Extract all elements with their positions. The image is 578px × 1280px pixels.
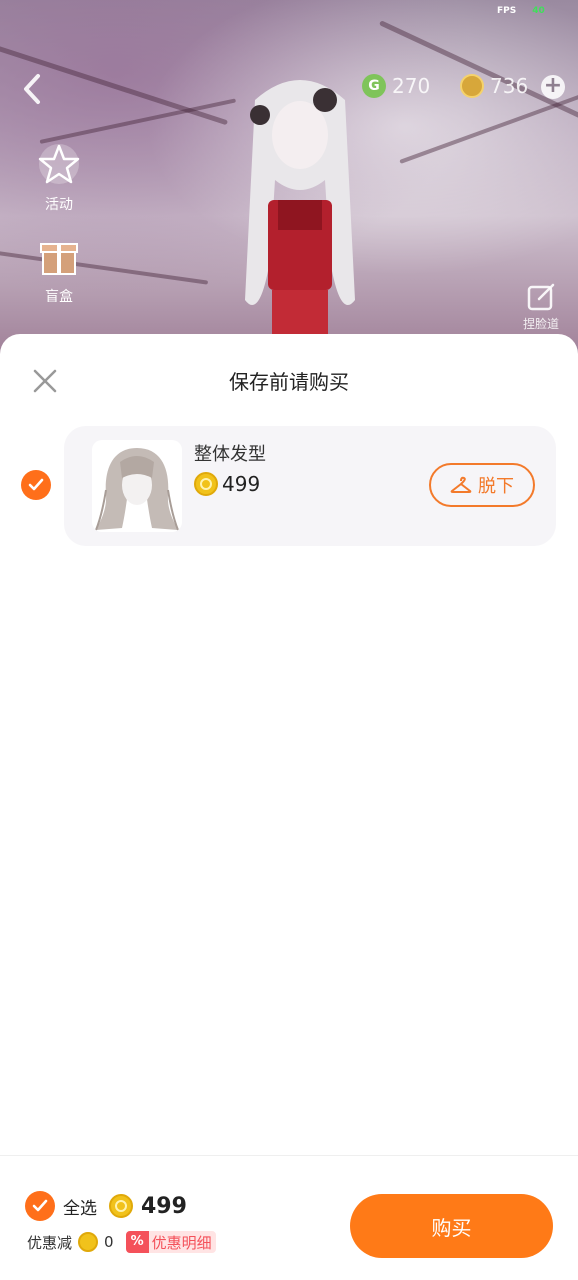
item-card[interactable]: 整体发型 499 脱下 bbox=[64, 426, 556, 546]
coin-icon bbox=[460, 74, 484, 98]
star-icon bbox=[38, 144, 80, 184]
gift-box-icon bbox=[40, 243, 78, 275]
checkmark-icon bbox=[32, 1199, 48, 1212]
item-name: 整体发型 bbox=[194, 444, 266, 465]
select-all-row: 全选 499 bbox=[25, 1191, 187, 1221]
item-price: 499 bbox=[194, 472, 260, 496]
take-off-label: 脱下 bbox=[478, 476, 514, 496]
fps-counter: FPS 40 bbox=[497, 6, 545, 16]
hairstyle-thumbnail bbox=[92, 440, 182, 532]
edit-icon bbox=[527, 283, 555, 311]
purchase-footer: 全选 499 优惠减 0 % 优惠明细 购买 bbox=[0, 1155, 578, 1280]
percent-icon: % bbox=[125, 1231, 149, 1253]
item-price-value: 499 bbox=[222, 472, 261, 496]
activity-label: 活动 bbox=[45, 197, 73, 213]
buy-button[interactable]: 购买 bbox=[350, 1194, 553, 1258]
pinch-face-button[interactable]: 捏脸道 bbox=[516, 282, 566, 332]
add-currency-icon[interactable]: + bbox=[541, 75, 565, 99]
sheet-title: 保存前请购买 bbox=[229, 370, 349, 394]
blind-box-label: 盲盒 bbox=[45, 289, 73, 305]
coin-icon bbox=[78, 1232, 99, 1252]
total-price: 499 bbox=[141, 1193, 187, 1219]
item-checkbox[interactable] bbox=[21, 470, 51, 500]
pinch-face-label: 捏脸道 bbox=[522, 317, 559, 331]
activity-button[interactable]: 活动 bbox=[32, 140, 86, 214]
coin-icon bbox=[194, 472, 218, 496]
blind-box-button[interactable]: 盲盒 bbox=[32, 232, 86, 306]
back-arrow-icon[interactable] bbox=[18, 72, 48, 106]
discount-row: 优惠减 0 % 优惠明细 bbox=[27, 1231, 216, 1253]
coin-icon bbox=[109, 1194, 133, 1218]
avatar-character bbox=[245, 80, 355, 350]
take-off-button[interactable]: 脱下 bbox=[429, 463, 535, 507]
coin-currency-display: 736 bbox=[460, 74, 528, 98]
game-scene-background: FPS 40 G 270 736 + 活动 盲盒 捏脸道 bbox=[0, 0, 578, 360]
purchase-sheet: 保存前请购买 整体发型 499 脱下 bbox=[0, 334, 578, 1280]
checkmark-icon bbox=[28, 478, 44, 491]
promo-details-label: 优惠明细 bbox=[151, 1233, 212, 1252]
hanger-icon bbox=[450, 476, 472, 493]
promo-details-link[interactable]: % 优惠明细 bbox=[125, 1231, 216, 1253]
discount-value: 0 bbox=[104, 1233, 114, 1251]
discount-label: 优惠减 bbox=[27, 1233, 73, 1252]
select-all-checkbox[interactable] bbox=[25, 1191, 55, 1221]
select-all-label: 全选 bbox=[63, 1198, 97, 1219]
